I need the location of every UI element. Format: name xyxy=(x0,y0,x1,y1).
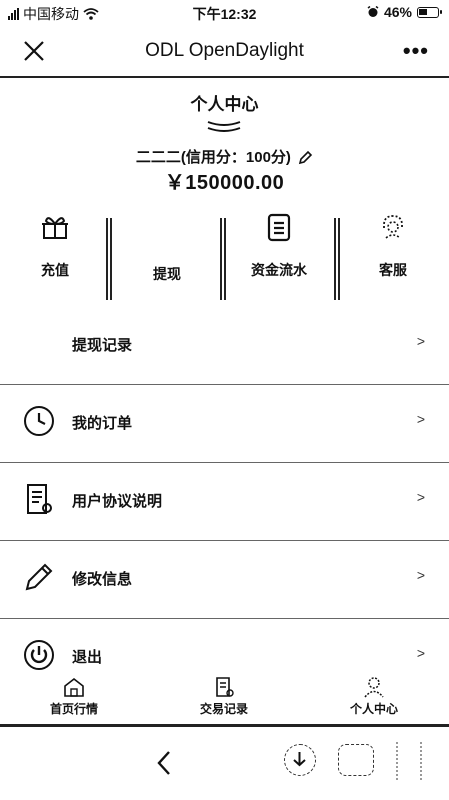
page-title: ODL OpenDaylight xyxy=(145,40,304,61)
tabs-icon[interactable] xyxy=(338,744,374,776)
menu-item-user-agreement[interactable]: 用户协议说明 > xyxy=(0,462,449,541)
bottom-tab-bar: 首页行情 交易记录 个人中心 xyxy=(0,672,449,727)
divider xyxy=(220,218,226,300)
battery-percent: 46% xyxy=(383,4,412,20)
menu-item-label: 修改信息 xyxy=(72,571,133,588)
quick-actions: 充值 提现 资金流水 客服 xyxy=(0,212,449,300)
withdraw-label: 提现 xyxy=(153,266,181,282)
browser-toolbar xyxy=(0,728,449,800)
tab-label: 个人中心 xyxy=(349,702,398,716)
chevron-right-icon: > xyxy=(416,645,425,661)
menu-item-label: 退出 xyxy=(72,649,103,666)
home-icon xyxy=(64,677,84,697)
download-icon[interactable] xyxy=(284,744,316,776)
battery-icon xyxy=(417,6,442,18)
profile-heading: 个人中心 xyxy=(190,95,259,114)
menu-item-label: 我的订单 xyxy=(72,415,133,432)
user-icon xyxy=(364,677,384,698)
nav-bar: ODL OpenDaylight ••• xyxy=(0,26,449,78)
tab-home-market[interactable]: 首页行情 xyxy=(24,672,124,717)
pencil-icon xyxy=(25,563,53,591)
chevron-right-icon: > xyxy=(416,489,425,505)
chevron-right-icon: > xyxy=(416,333,425,349)
menu-item-label: 提现记录 xyxy=(72,337,133,354)
withdraw-button[interactable]: 提现 xyxy=(122,212,212,284)
divider xyxy=(334,218,340,300)
clock-icon xyxy=(24,406,54,436)
recharge-label: 充值 xyxy=(41,262,69,278)
tab-profile[interactable]: 个人中心 xyxy=(324,672,424,717)
document-icon xyxy=(27,484,52,514)
tab-label: 交易记录 xyxy=(199,702,248,716)
user-credit-line: 二二二(信用分：100分) xyxy=(0,146,449,167)
more-icon[interactable]: ••• xyxy=(403,38,429,64)
divider xyxy=(106,218,112,300)
account-balance: ￥150000.00 xyxy=(164,172,285,194)
fund-flow-button[interactable]: 资金流水 xyxy=(234,212,324,280)
user-name-credit: 二二二(信用分：100分) xyxy=(135,149,291,166)
customer-service-button[interactable]: 客服 xyxy=(348,212,438,280)
clipboard-icon xyxy=(267,213,291,242)
more-options-icon[interactable] xyxy=(396,742,422,780)
gift-icon xyxy=(42,217,68,239)
status-bar: 中国移动 下午12:32 46% xyxy=(0,0,449,26)
wave-decoration-icon xyxy=(207,121,241,132)
document-icon xyxy=(216,677,234,697)
tab-label: 首页行情 xyxy=(49,702,98,716)
alarm-icon xyxy=(367,6,379,17)
tab-trade-records[interactable]: 交易记录 xyxy=(174,672,274,717)
pencil-icon[interactable] xyxy=(297,150,313,166)
recharge-button[interactable]: 充值 xyxy=(10,212,100,280)
menu-item-my-orders[interactable]: 我的订单 > xyxy=(0,384,449,463)
power-icon xyxy=(24,640,54,670)
menu-item-label: 用户协议说明 xyxy=(72,493,163,510)
chevron-left-icon[interactable] xyxy=(152,748,176,778)
menu-item-withdraw-records[interactable]: 提现记录 > xyxy=(0,306,449,385)
menu-item-edit-info[interactable]: 修改信息 > xyxy=(0,540,449,619)
arrow-down-icon xyxy=(293,752,306,767)
chevron-right-icon: > xyxy=(416,411,425,427)
headset-icon xyxy=(383,215,403,239)
customer-service-label: 客服 xyxy=(379,262,407,278)
chevron-right-icon: > xyxy=(416,567,425,583)
fund-flow-label: 资金流水 xyxy=(251,262,307,278)
